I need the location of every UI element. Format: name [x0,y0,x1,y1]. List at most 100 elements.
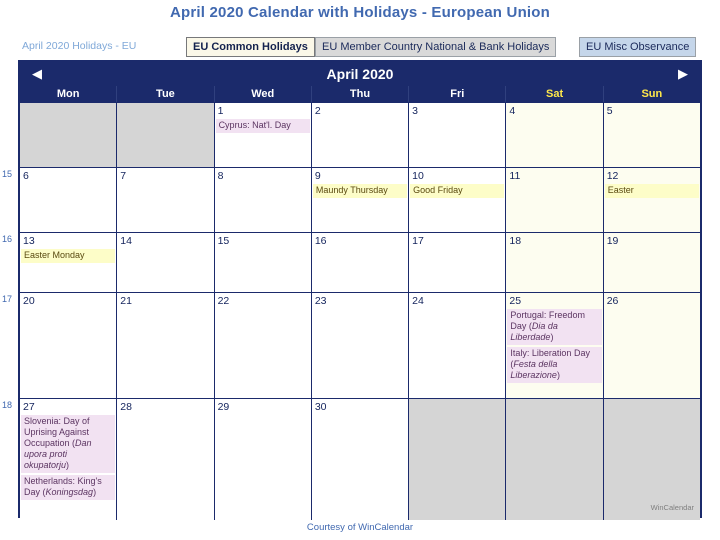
calendar-week-row: 27 Slovenia: Day of Uprising Against Occu… [20,398,700,520]
week-number: 17 [2,294,13,304]
holiday-event[interactable]: Cyprus: Nat'l. Day [215,119,310,133]
calendar-day-cell[interactable]: 5 [603,103,700,167]
holiday-event[interactable]: Slovenia: Day of Uprising Against Occupa… [21,415,116,473]
tab-eu-misc-observance[interactable]: EU Misc Observance [579,37,697,57]
tab-eu-common-holidays[interactable]: EU Common Holidays [186,37,315,57]
calendar-day-cell[interactable]: 12 Easter [603,168,700,232]
calendar-day-cell[interactable]: 29 [214,399,312,520]
day-events [117,307,213,308]
calendar-weeks: 1 Cyprus: Nat'l. Day 2 3 4 5 6 7 8 9 Maundy Thursd… [20,103,700,520]
day-events: Good Friday [409,182,505,198]
calendar-day-cell[interactable]: 13 Easter Monday [20,233,118,292]
calendar-day-cell[interactable]: 17 [409,233,507,292]
week-number: 18 [2,400,13,410]
tab-eu-member-country-holidays[interactable]: EU Member Country National & Bank Holida… [315,37,557,57]
calendar-day-cell[interactable]: 11 [506,168,604,232]
calendar-day-cell[interactable]: 28 [117,399,215,520]
right-arrow-icon[interactable]: ▶ [674,65,692,83]
calendar-day-cell[interactable]: 22 [214,293,312,398]
day-number: 13 [23,235,35,247]
calendar-day-cell[interactable]: 18 [506,233,604,292]
day-of-week-row: Mon Tue Wed Thu Fri Sat Sun [20,86,700,103]
breadcrumb-link[interactable]: April 2020 Holidays - EU [22,40,136,52]
day-events [409,117,505,118]
calendar-day-cell[interactable]: 1 Cyprus: Nat'l. Day [214,103,312,167]
day-events: Portugal: Freedom Day (Dia da Liberdade)… [506,307,602,383]
holiday-event[interactable]: Good Friday [410,184,505,198]
calendar-day-cell[interactable]: 3 [409,103,507,167]
day-number: 5 [606,105,613,117]
calendar-day-cell[interactable]: 19 [603,233,700,292]
watermark-label: WinCalendar [650,503,694,512]
day-events: Easter Monday [20,247,116,263]
calendar-day-cell[interactable]: 20 [20,293,118,398]
day-number: 14 [120,235,132,247]
day-events [117,182,213,183]
calendar-day-cell[interactable]: 4 [506,103,604,167]
day-events: Easter [604,182,700,198]
day-number: 23 [314,295,327,307]
calendar-day-cell[interactable]: 15 [214,233,312,292]
day-events: Slovenia: Day of Uprising Against Occupa… [20,413,116,500]
week-number: 15 [2,169,13,179]
day-events [409,247,505,248]
calendar-day-cell[interactable]: 30 [311,399,410,520]
calendar-day-cell[interactable]: 14 [117,233,215,292]
calendar-day-cell[interactable]: 21 [117,293,215,398]
dow-sat: Sat [506,86,604,102]
day-number: 9 [314,170,321,182]
day-number: 29 [217,401,230,413]
day-number: 26 [606,295,619,307]
holiday-event[interactable]: Netherlands: King's Day (Koningsdag) [21,475,116,500]
holiday-event[interactable]: Maundy Thursday [312,184,408,198]
calendar-cell-empty [409,399,507,520]
day-events [409,307,505,308]
calendar-day-cell[interactable]: 8 [214,168,312,232]
day-number: 21 [120,295,132,307]
day-events [20,307,116,308]
calendar-cell-empty [117,103,215,167]
calendar-week-row: 1 Cyprus: Nat'l. Day 2 3 4 5 [20,103,700,167]
calendar-day-cell[interactable]: 26 [603,293,700,398]
day-number: 4 [509,105,516,117]
day-events [215,182,311,183]
day-number: 6 [23,170,29,182]
holiday-event[interactable]: Portugal: Freedom Day (Dia da Liberdade) [507,309,602,345]
day-number: 8 [217,170,224,182]
holiday-event[interactable]: Italy: Liberation Day (Festa della Liber… [507,347,602,383]
calendar-day-cell[interactable]: 16 [311,233,410,292]
calendar-day-cell[interactable]: 10 Good Friday [409,168,507,232]
calendar-cell-empty [506,399,604,520]
holiday-event[interactable]: Easter Monday [21,249,116,263]
calendar-day-cell[interactable]: 23 [311,293,410,398]
calendar-day-cell[interactable]: 7 [117,168,215,232]
calendar-day-cell[interactable]: 9 Maundy Thursday [311,168,410,232]
day-events [215,307,311,308]
dow-mon: Mon [20,86,118,102]
day-events [20,182,116,183]
calendar-page: April 2020 Calendar with Holidays - Euro… [0,0,720,540]
calendar-day-cell[interactable]: 2 [311,103,410,167]
calendar-cell-empty [603,399,700,520]
page-title: April 2020 Calendar with Holidays - Euro… [169,4,551,21]
calendar-day-cell[interactable]: 27 Slovenia: Day of Uprising Against Occu… [20,399,118,520]
day-events [312,247,408,248]
day-events [312,413,408,414]
calendar-day-cell[interactable]: 24 [409,293,507,398]
footer-link[interactable]: WinCalendar [358,522,413,533]
day-number: 17 [412,235,424,247]
day-number: 1 [217,105,224,117]
day-events [506,247,602,248]
day-events [312,117,408,118]
day-number: 30 [314,401,327,413]
calendar-day-cell[interactable]: 25 Portugal: Freedom Day (Dia da Liberdad… [506,293,604,398]
day-number: 11 [509,170,521,182]
day-number: 25 [509,295,522,307]
day-events [604,247,700,248]
day-events: Maundy Thursday [312,182,408,198]
calendar-week-row: 20 21 22 23 24 25 Portugal: Freedom Day (Dia d… [20,292,700,398]
day-number: 27 [23,401,35,413]
calendar-day-cell[interactable]: 6 [20,168,118,232]
holiday-event[interactable]: Easter [604,184,699,198]
day-number: 18 [509,235,522,247]
